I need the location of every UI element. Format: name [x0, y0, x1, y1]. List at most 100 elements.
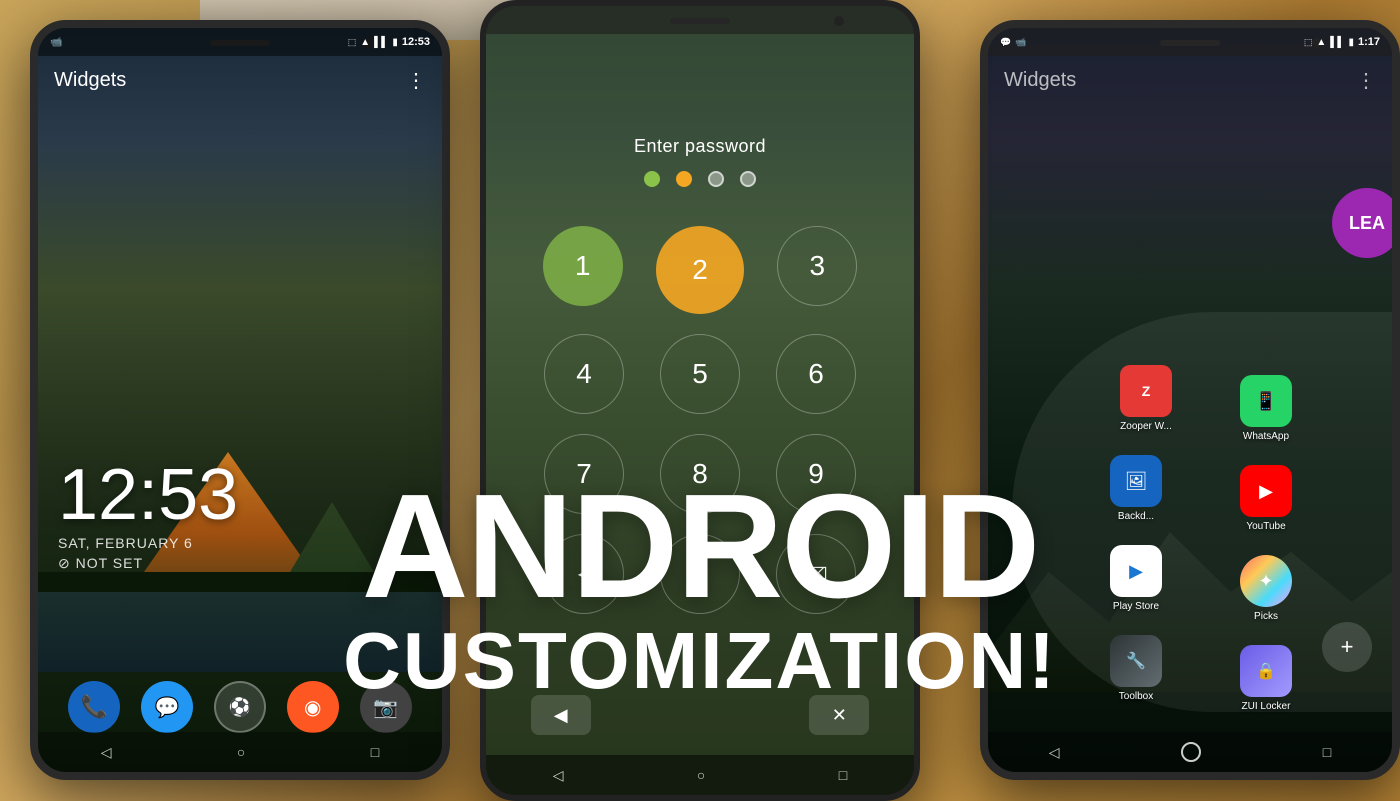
picks-app-item[interactable]: ✦ Picks: [1240, 555, 1292, 622]
center-back-btn[interactable]: ◁: [553, 767, 564, 784]
right-home-btn[interactable]: [1181, 742, 1201, 762]
time-display: 12:53: [402, 36, 430, 48]
phone-left: 📹 ⬚ ▲ ▌▌ ▮ 12:53 Widgets ⋮ 12:53 SAT, FE…: [30, 20, 450, 780]
messages-app-icon[interactable]: 💬: [141, 681, 193, 733]
num-btn-6[interactable]: 6: [776, 334, 856, 414]
left-status-left: 📹: [50, 37, 62, 48]
whatsapp-label: WhatsApp: [1243, 431, 1289, 442]
num-btn-8[interactable]: 8: [660, 434, 740, 514]
whatsapp-icon: 📱: [1240, 375, 1292, 427]
playstore-label: Play Store: [1113, 601, 1159, 612]
youtube-app-item[interactable]: ▶ YouTube: [1240, 465, 1292, 532]
battery-icon: ▮: [392, 37, 398, 48]
picks-icon: ✦: [1240, 555, 1292, 607]
num-btn-1[interactable]: 1: [543, 226, 623, 306]
right-recents-btn[interactable]: □: [1323, 744, 1331, 760]
pw-dot-4: [740, 171, 756, 187]
phone-right: 💬 📹 ⬚ ▲ ▌▌ ▮ 1:17 Widgets ⋮ LEA: [980, 20, 1400, 780]
numpad: 1 2 3 4 5 6 7 8 9 ◀ 0 ⌫: [486, 226, 914, 634]
password-label: Enter password: [486, 136, 914, 157]
pw-dot-3: [708, 171, 724, 187]
right-battery-icon: ▮: [1348, 37, 1354, 48]
pw-dot-1: [644, 171, 660, 187]
right-status-left: 💬 📹: [1000, 37, 1026, 48]
clock-alarm: ⊘ NOT SET: [58, 555, 238, 572]
chrome-app-icon[interactable]: ◉: [287, 681, 339, 733]
center-bottom-controls: ◀ ✕: [486, 695, 914, 735]
right-signal-icon: ▌▌: [1330, 37, 1344, 48]
right-cast-icon: ⬚: [1304, 37, 1313, 48]
camera-app-icon[interactable]: 📷: [360, 681, 412, 733]
password-dots: [486, 171, 914, 187]
whatsapp-status-icon: 💬: [1000, 37, 1011, 48]
toolbox-icon: 🔧: [1110, 635, 1162, 687]
left-widgets-bar: Widgets ⋮: [38, 58, 442, 102]
center-home-btn[interactable]: ○: [697, 767, 705, 783]
num-btn-3[interactable]: 3: [777, 226, 857, 306]
right-back-btn[interactable]: ◁: [1049, 744, 1060, 761]
youtube-label: YouTube: [1246, 521, 1285, 532]
left-menu-button[interactable]: ⋮: [406, 68, 426, 93]
whatsapp-app-item[interactable]: 📱 WhatsApp: [1240, 375, 1292, 442]
signal-icon: ▌▌: [374, 37, 388, 48]
phone-center: Enter password 1 2 3 4 5 6 7 8 9: [480, 0, 920, 801]
backdrops-label: Backd...: [1118, 511, 1154, 522]
clock-time: 12:53: [58, 459, 238, 531]
num-btn-0[interactable]: 0: [660, 534, 740, 614]
zui-app-item[interactable]: 🔒 ZUI Locker: [1240, 645, 1292, 712]
right-widgets-title: Widgets: [1004, 69, 1076, 92]
recents-btn[interactable]: □: [371, 744, 379, 760]
youtube-icon: ▶: [1240, 465, 1292, 517]
num-btn-2[interactable]: 2: [656, 226, 744, 314]
zooper-label: Zooper W...: [1120, 421, 1172, 432]
playstore-app-item[interactable]: ▶ Play Store: [1110, 545, 1162, 612]
wifi-icon: ▲: [360, 37, 370, 48]
backdrops-app-item[interactable]: 🖼 Backd...: [1110, 455, 1162, 522]
del-ctrl[interactable]: ✕: [809, 695, 869, 735]
right-video-icon: 📹: [1015, 37, 1026, 48]
right-menu-button[interactable]: ⋮: [1356, 68, 1376, 93]
zui-label: ZUI Locker: [1242, 701, 1291, 712]
toolbox-label: Toolbox: [1119, 691, 1153, 702]
right-time: 1:17: [1358, 36, 1380, 48]
numpad-row-2: 4 5 6: [526, 334, 874, 414]
right-status-bar: 💬 📹 ⬚ ▲ ▌▌ ▮ 1:17: [988, 28, 1392, 56]
water-reflection: [38, 592, 442, 672]
numpad-row-4: ◀ 0 ⌫: [526, 534, 874, 614]
numpad-row-1: 1 2 3: [526, 226, 874, 314]
zui-icon: 🔒: [1240, 645, 1292, 697]
left-status-right: ⬚ ▲ ▌▌ ▮ 12:53: [348, 36, 430, 48]
left-widgets-title: Widgets: [54, 69, 126, 92]
num-btn-back[interactable]: ◀: [544, 534, 624, 614]
right-wifi-icon: ▲: [1316, 37, 1326, 48]
num-btn-7[interactable]: 7: [544, 434, 624, 514]
center-status-bar: [486, 6, 914, 34]
toolbox-app-item[interactable]: 🔧 Toolbox: [1110, 635, 1162, 702]
phone-app-icon[interactable]: 📞: [68, 681, 120, 733]
picks-label: Picks: [1254, 611, 1278, 622]
center-recents-btn[interactable]: □: [839, 767, 847, 783]
center-nav-bar: ◁ ○ □: [486, 755, 914, 795]
launcher-badge-text: LEA: [1349, 213, 1385, 234]
clock-date: SAT, FEBRUARY 6: [58, 535, 238, 551]
video-icon: 📹: [50, 37, 62, 48]
launcher-icon[interactable]: ⚽: [214, 681, 266, 733]
num-btn-5[interactable]: 5: [660, 334, 740, 414]
clock-widget: 12:53 SAT, FEBRUARY 6 ⊘ NOT SET: [58, 459, 238, 572]
back-ctrl[interactable]: ◀: [531, 695, 591, 735]
right-status-right: ⬚ ▲ ▌▌ ▮ 1:17: [1304, 36, 1380, 48]
home-btn[interactable]: ○: [237, 744, 245, 760]
cast-icon: ⬚: [348, 37, 357, 48]
playstore-icon: ▶: [1110, 545, 1162, 597]
fab-button[interactable]: +: [1322, 622, 1372, 672]
numpad-row-3: 7 8 9: [526, 434, 874, 514]
num-btn-9[interactable]: 9: [776, 434, 856, 514]
num-btn-4[interactable]: 4: [544, 334, 624, 414]
left-status-bar: 📹 ⬚ ▲ ▌▌ ▮ 12:53: [38, 28, 442, 56]
zooper-app-item[interactable]: Z Zooper W...: [1120, 365, 1172, 432]
right-widgets-bar: Widgets ⋮: [988, 58, 1392, 102]
back-btn[interactable]: ◁: [101, 744, 112, 761]
num-btn-del[interactable]: ⌫: [776, 534, 856, 614]
pw-dot-2: [676, 171, 692, 187]
right-nav-bar: ◁ □: [988, 732, 1392, 772]
